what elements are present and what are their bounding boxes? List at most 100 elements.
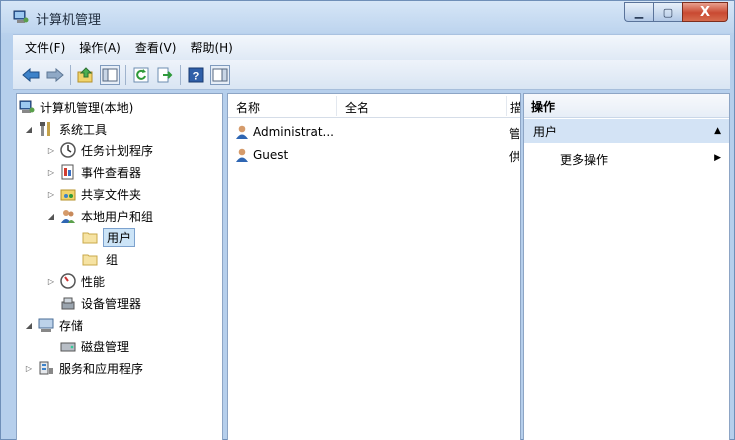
minimize-icon: ▁ xyxy=(634,5,644,19)
tree-item-storage[interactable]: ◢ 存储 xyxy=(23,315,83,335)
tree-item-groups[interactable]: 组 xyxy=(79,249,118,269)
menu-bar: 文件(F) 操作(A) 查看(V) 帮助(H) xyxy=(13,34,730,60)
user-name: Guest xyxy=(253,148,289,162)
users-groups-icon xyxy=(61,210,75,223)
performance-icon xyxy=(60,273,76,289)
user-icon xyxy=(236,125,248,139)
help-icon: ? xyxy=(188,67,204,82)
expand-arrow-icon[interactable]: ▷ xyxy=(45,190,57,199)
toolbar-separator xyxy=(125,64,126,85)
window-controls: ▁ ▢ X xyxy=(624,2,728,22)
tree-item-task-scheduler[interactable]: ▷ 任务计划程序 xyxy=(45,140,153,160)
forward-arrow-icon xyxy=(46,67,64,82)
user-description: 供 xyxy=(509,150,519,164)
window-title: 计算机管理 xyxy=(36,13,102,28)
menu-view[interactable]: 查看(V) xyxy=(135,39,177,56)
expand-arrow-icon[interactable]: ▷ xyxy=(23,364,35,373)
menu-help[interactable]: 帮助(H) xyxy=(190,39,232,56)
export-list-icon xyxy=(157,67,173,82)
minimize-button[interactable]: ▁ xyxy=(624,2,653,22)
column-header-name[interactable]: 名称 xyxy=(236,99,260,116)
show-hide-tree-icon xyxy=(102,68,118,81)
refresh-button[interactable] xyxy=(131,65,151,85)
tree-item-services-apps[interactable]: ▷ 服务和应用程序 xyxy=(23,358,143,378)
collapse-triangle-icon[interactable]: ▲ xyxy=(714,126,721,136)
storage-icon xyxy=(38,318,54,332)
disk-icon xyxy=(60,342,76,352)
toolbar-separator xyxy=(180,64,181,85)
more-actions-link[interactable]: 更多操作 xyxy=(560,151,608,168)
user-list[interactable]: 名称 全名 描 Administrat... 管 Guest 供 xyxy=(227,93,521,440)
collapse-arrow-icon[interactable]: ◢ xyxy=(45,212,57,221)
user-description: 管 xyxy=(509,127,519,141)
collapse-arrow-icon[interactable]: ◢ xyxy=(23,125,35,134)
toolbar-separator xyxy=(70,64,71,85)
user-icon xyxy=(236,148,248,162)
column-divider[interactable] xyxy=(506,96,507,116)
column-header-description[interactable]: 描 xyxy=(510,99,520,116)
event-log-icon xyxy=(61,164,74,180)
tree-label: 任务计划程序 xyxy=(81,143,154,158)
column-divider[interactable] xyxy=(336,96,337,116)
export-list-button[interactable] xyxy=(155,65,175,85)
expand-arrow-icon[interactable]: ▷ xyxy=(45,146,57,155)
app-window: 计算机管理 ▁ ▢ X 文件(F) 操作(A) 查看(V) 帮助(H) ? 计算… xyxy=(0,0,735,440)
back-arrow-icon xyxy=(22,67,40,82)
svg-text:?: ? xyxy=(193,70,200,82)
close-button[interactable]: X xyxy=(682,2,728,22)
menu-action[interactable]: 操作(A) xyxy=(79,39,121,56)
actions-pane: 操作 用户 ▲ 更多操作 ▶ xyxy=(523,93,730,440)
tree-label: 系统工具 xyxy=(59,122,108,137)
tree-label: 设备管理器 xyxy=(81,296,142,311)
tree-item-users[interactable]: 用户 xyxy=(79,227,136,247)
tree-label: 本地用户和组 xyxy=(81,209,154,224)
maximize-icon: ▢ xyxy=(662,5,674,19)
show-hide-tree-button[interactable] xyxy=(100,64,120,85)
computer-management-icon xyxy=(19,100,35,113)
help-button[interactable]: ? xyxy=(186,65,206,85)
submenu-arrow-icon[interactable]: ▶ xyxy=(714,153,721,163)
navigation-tree[interactable]: 计算机管理(本地) ◢ 系统工具 ▷ 任务计划程序 ▷ 事件查看器 ▷ 共享文件… xyxy=(16,93,223,440)
tree-item-shared-folders[interactable]: ▷ 共享文件夹 xyxy=(45,184,141,204)
tree-item-disk-management[interactable]: 磁盘管理 xyxy=(57,336,129,356)
tree-item-root[interactable]: 计算机管理(本地) xyxy=(19,97,133,117)
list-item[interactable]: Administrat... xyxy=(234,122,334,142)
tree-label: 磁盘管理 xyxy=(81,339,130,354)
properties-panel-icon xyxy=(212,68,228,81)
tree-label: 性能 xyxy=(81,274,106,289)
expand-arrow-icon[interactable]: ▷ xyxy=(45,168,57,177)
tree-label: 服务和应用程序 xyxy=(59,361,144,376)
properties-panel-button[interactable] xyxy=(210,64,230,85)
expand-arrow-icon[interactable]: ▷ xyxy=(45,277,57,286)
services-icon xyxy=(39,361,53,375)
tree-item-local-users-groups[interactable]: ◢ 本地用户和组 xyxy=(45,206,153,226)
title-bar[interactable]: 计算机管理 ▁ ▢ X xyxy=(1,1,734,33)
tree-item-device-manager[interactable]: 设备管理器 xyxy=(57,293,141,313)
maximize-button[interactable]: ▢ xyxy=(653,2,682,22)
user-name: Administrat... xyxy=(253,125,334,139)
up-folder-icon xyxy=(77,66,93,82)
menu-file[interactable]: 文件(F) xyxy=(25,39,65,56)
device-manager-icon xyxy=(61,297,75,310)
tree-label: 组 xyxy=(106,252,119,267)
tree-label: 计算机管理(本地) xyxy=(40,100,134,115)
tree-label: 存储 xyxy=(59,318,84,333)
close-icon: X xyxy=(699,4,711,20)
computer-management-icon xyxy=(13,10,29,23)
tree-item-event-viewer[interactable]: ▷ 事件查看器 xyxy=(45,162,141,182)
tree-item-system-tools[interactable]: ◢ 系统工具 xyxy=(23,119,107,139)
column-header-fullname[interactable]: 全名 xyxy=(345,99,369,116)
forward-button[interactable] xyxy=(45,65,65,85)
back-button[interactable] xyxy=(21,65,41,85)
list-item[interactable]: Guest xyxy=(234,145,288,165)
tools-icon xyxy=(40,122,50,136)
actions-title: 操作 xyxy=(524,94,729,118)
up-button[interactable] xyxy=(76,65,96,85)
actions-section-users[interactable]: 用户 ▲ xyxy=(524,119,729,143)
folder-icon xyxy=(82,232,98,244)
tree-item-performance[interactable]: ▷ 性能 xyxy=(45,271,105,291)
collapse-arrow-icon[interactable]: ◢ xyxy=(23,321,35,330)
tree-label: 共享文件夹 xyxy=(81,187,142,202)
tree-label: 事件查看器 xyxy=(81,165,142,180)
clock-icon xyxy=(60,142,76,158)
